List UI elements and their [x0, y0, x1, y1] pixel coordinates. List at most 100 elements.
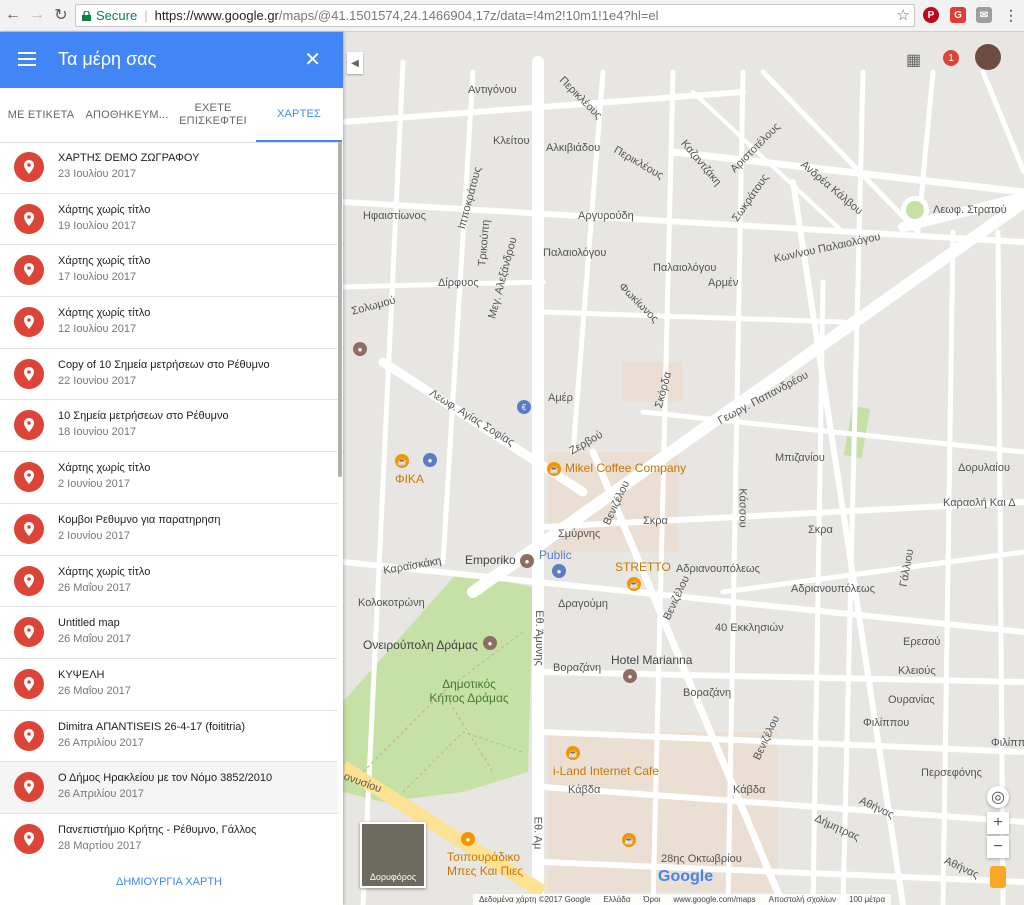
shopping-icon[interactable]: ●	[552, 564, 566, 578]
tab-saved[interactable]: ΑΠΟΘΗΚΕΥΜ...	[84, 88, 170, 142]
poi-emporiko[interactable]: Emporiko	[465, 553, 516, 567]
map-pin-icon	[14, 720, 44, 751]
map-pin-icon	[14, 772, 44, 803]
list-item[interactable]: Χάρτης χωρίς τίτλο 2 Ιουνίου 2017	[0, 452, 338, 504]
street-label: Ερεσού	[903, 636, 941, 648]
map-pin-icon	[14, 203, 44, 234]
item-date: 19 Ιουλίου 2017	[58, 219, 137, 232]
my-location-icon[interactable]: ◎	[987, 786, 1009, 808]
pegman-icon[interactable]	[990, 866, 1006, 888]
list-item[interactable]: Χάρτης χωρίς τίτλο 17 Ιουλίου 2017	[0, 245, 338, 298]
bookmark-star-icon[interactable]: ☆	[897, 6, 910, 24]
list-item[interactable]: Ο Δήμος Ηρακλείου με τον Νόμο 3852/2010 2…	[0, 762, 338, 814]
cafe-icon[interactable]: ☕	[627, 577, 641, 591]
item-date: 12 Ιουλίου 2017	[58, 323, 137, 336]
poi-fika[interactable]: ΦΙΚΑ	[395, 472, 424, 486]
collapse-panel-icon[interactable]: ◀	[347, 52, 363, 74]
cafe-icon[interactable]: ☕	[547, 462, 561, 476]
scrollbar[interactable]	[338, 142, 342, 477]
avatar[interactable]	[975, 44, 1001, 70]
list-item[interactable]: 10 Σημεία μετρήσεων στο Ρέθυμνο 18 Ιουνίο…	[0, 400, 338, 453]
street-label: Ηφαιστίωνος	[363, 210, 426, 222]
poi-park[interactable]: Δημοτικός Κήπος Δράμας	[429, 677, 509, 705]
map-pin-icon	[14, 358, 44, 389]
poi-mikel[interactable]: Mikel Coffee Company	[565, 461, 686, 475]
map-pin-icon	[14, 513, 44, 544]
forward-icon[interactable]: →	[26, 4, 48, 26]
tab-visited[interactable]: ΕΧΕΤΕ ΕΠΙΣΚΕΦΤΕΙ	[172, 88, 254, 142]
map-canvas[interactable]: ◀ ▦ 1 Αντιγόνου Περικλέους Κλείτου Αλκιβ…	[343, 32, 1024, 905]
cafe-icon[interactable]: ☕	[622, 833, 636, 847]
lock-icon	[82, 10, 91, 21]
street-label: Λεωφ. Στρατού	[933, 204, 1007, 216]
menu-icon[interactable]: ⋮	[1003, 7, 1019, 23]
poi-iland[interactable]: i-Land Internet Cafe	[553, 764, 659, 778]
item-title: Copy of 10 Σημεία μετρήσεων στο Ρέθυμνο	[58, 358, 270, 371]
footer-link[interactable]: Όροι	[643, 895, 660, 904]
create-map-button[interactable]: ΔΗΜΙΟΥΡΓΙΑ ΧΑΡΤΗ	[0, 859, 338, 905]
poi-public[interactable]: Public	[539, 548, 572, 562]
item-date: 18 Ιουνίου 2017	[58, 426, 137, 439]
footer-link[interactable]: Ελλάδα	[603, 895, 630, 904]
zoom-in-button[interactable]: +	[987, 812, 1009, 834]
bank-icon[interactable]: €	[517, 400, 531, 414]
footer-link: Δεδομένα χάρτη ©2017 Google	[479, 895, 591, 904]
reload-icon[interactable]: ↻	[50, 4, 72, 26]
shopping-icon[interactable]: ●	[423, 453, 437, 467]
back-icon[interactable]: ←	[2, 4, 24, 26]
list-item[interactable]: Copy of 10 Σημεία μετρήσεων στο Ρέθυμνο 2…	[0, 349, 338, 401]
street-label: Σκρα	[643, 515, 668, 527]
list-item[interactable]: Χάρτης χωρίς τίτλο 12 Ιουλίου 2017	[0, 297, 338, 349]
map-pin-icon	[14, 307, 44, 338]
restaurant-icon[interactable]: ●	[461, 832, 475, 846]
tab-labeled[interactable]: ΜΕ ΕΤΙΚΕΤΑ	[0, 88, 82, 142]
list-item[interactable]: Χάρτης χωρίς τίτλο 26 Μαΐου 2017	[0, 556, 338, 608]
street-label: Κάβδα	[568, 784, 601, 796]
panel-title: Τα μέρη σας	[58, 49, 157, 69]
apps-grid-icon[interactable]: ▦	[906, 50, 921, 70]
notification-badge[interactable]: 1	[943, 50, 959, 66]
item-title: Untitled map	[58, 617, 120, 630]
street-label: Σκρα	[808, 524, 833, 536]
poi-stretto[interactable]: STRETTO	[615, 560, 671, 574]
close-icon[interactable]: ✕	[304, 47, 321, 72]
shop-icon[interactable]: ●	[520, 554, 534, 568]
extension-icon-2[interactable]: ✉	[976, 7, 992, 23]
map-pin-icon	[14, 668, 44, 699]
cafe-icon[interactable]: ☕	[395, 454, 409, 468]
list-item[interactable]: ΧΑΡΤΗΣ DEMO ΖΩΓΡΑΦΟΥ 23 Ιουλίου 2017	[0, 142, 338, 194]
list-item[interactable]: Untitled map 26 Μαΐου 2017	[0, 607, 338, 659]
footer-link[interactable]: Αποστολή σχολίων	[769, 895, 836, 904]
item-date: 2 Ιουνίου 2017	[58, 478, 130, 491]
hamburger-icon[interactable]	[18, 52, 36, 66]
list-item[interactable]: Πανεπιστήμιο Κρήτης - Ρέθυμνο, Γάλλος 28 …	[0, 814, 338, 859]
item-date: 22 Ιουνίου 2017	[58, 374, 137, 387]
item-title: Χάρτης χωρίς τίτλο	[58, 307, 151, 320]
list-item[interactable]: ΚΥΨΕΛΗ 26 Μαΐου 2017	[0, 659, 338, 711]
list-item[interactable]: Χάρτης χωρίς τίτλο 19 Ιουλίου 2017	[0, 194, 338, 246]
street-label: Κάβδα	[733, 784, 766, 796]
item-title: ΧΑΡΤΗΣ DEMO ΖΩΓΡΑΦΟΥ	[58, 152, 200, 164]
zoom-out-button[interactable]: −	[987, 836, 1009, 858]
list-item[interactable]: Dimitra ΑΠΑΝΤΙSEIS 26-4-17 (foititria) 26…	[0, 711, 338, 763]
footer-link[interactable]: www.google.com/maps	[673, 895, 755, 904]
theater-icon[interactable]: ●	[483, 636, 497, 650]
pinterest-icon[interactable]: P	[923, 7, 939, 23]
tab-maps[interactable]: ΧΑΡΤΕΣ	[256, 88, 342, 142]
hotel-icon[interactable]: ●	[623, 669, 637, 683]
extension-icon[interactable]: G	[950, 7, 966, 23]
street-label: Κολοκοτρώνη	[358, 597, 425, 609]
cafe-icon[interactable]: ☕	[566, 746, 580, 760]
list-item[interactable]: Κομβοι Ρεθυμνο για παρατηρηση 2 Ιουνίου 2…	[0, 504, 338, 556]
item-title: 10 Σημεία μετρήσεων στο Ρέθυμνο	[58, 410, 229, 423]
street-label: Αλκιβιάδου	[546, 142, 601, 154]
street-label: Παλαιολόγου	[543, 247, 607, 259]
street-label: Φιλίππου	[863, 717, 910, 729]
poi-hotel[interactable]: Hotel Marianna	[611, 653, 692, 667]
poi-oneiroupoli[interactable]: Ονειρούπολη Δράμας	[363, 638, 478, 652]
satellite-toggle[interactable]: Δορυφόρος	[360, 822, 426, 888]
maps-list: ΧΑΡΤΗΣ DEMO ΖΩΓΡΑΦΟΥ 23 Ιουλίου 2017 Χάρτη…	[0, 142, 338, 859]
address-bar[interactable]: Secure | https://www.google.gr/maps/@41.…	[75, 4, 915, 27]
place-icon[interactable]: ●	[353, 342, 367, 356]
poi-tsipouradiko[interactable]: Τσιπουράδικο Μπες Και Πιες	[447, 850, 537, 878]
